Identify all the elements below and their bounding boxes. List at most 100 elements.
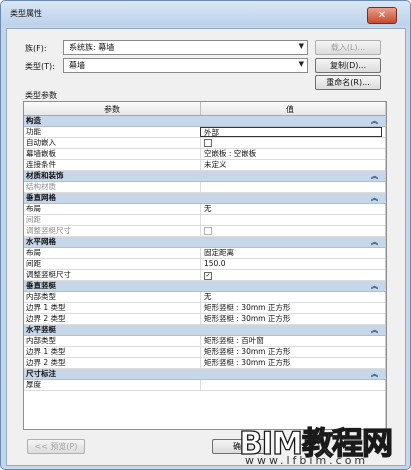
param-value[interactable]: 空嵌板 : 空嵌板 [200,149,382,159]
table-row[interactable]: 边界 1 类型 矩形竖梃 : 30mm 正方形 [24,303,386,314]
param-value[interactable]: 矩形竖梃 : 30mm 正方形 [200,347,382,357]
type-params-label: 类型参数 [25,91,57,100]
group-header[interactable]: 尺寸标注 ︽ [24,369,386,380]
param-value-cell [200,226,382,236]
param-name: 调整竖梃尺寸 [26,270,71,279]
type-label: 类型(T): [25,62,55,71]
group-header[interactable]: 垂直网格 ︽ [24,193,386,204]
load-button[interactable]: 载入(L)... [315,40,381,55]
group-title: 水平网格 [26,237,56,246]
group-title: 构造 [26,116,41,125]
param-value[interactable] [200,380,382,390]
group-title: 尺寸标注 [26,369,56,378]
param-value[interactable]: 150.0 [200,259,382,269]
table-row[interactable]: 间距 150.0 [24,259,386,270]
table-header: 参数 值 [24,102,386,116]
param-value[interactable] [200,215,382,225]
checkbox-checked[interactable]: ✓ [204,272,212,280]
param-name: 边界 2 类型 [26,314,66,323]
group-title: 材质和装饰 [26,171,64,180]
group-header[interactable]: 垂直竖梃 ︽ [24,281,386,292]
collapse-icon[interactable]: ︽ [371,171,378,181]
checkbox-unchecked [204,227,212,235]
param-value[interactable]: 矩形竖梃 : 30mm 正方形 [200,358,382,368]
param-name: 内部类型 [26,292,56,301]
table-row[interactable]: 内部类型 矩形竖梃 : 百叶窗 [24,336,386,347]
chevron-down-icon: ▼ [298,42,304,50]
param-value-editor[interactable]: 外部 [200,127,382,137]
param-name: 幕墙嵌板 [26,149,56,158]
table-row[interactable]: 调整竖梃尺寸 [24,226,386,237]
dialog-title: 类型属性 [10,9,42,18]
param-value-cell: ✓ [200,270,382,280]
param-value[interactable]: 矩形竖梃 : 30mm 正方形 [200,314,382,324]
table-row[interactable]: 布局 固定距离 [24,248,386,259]
column-divider[interactable] [200,102,201,115]
table-row[interactable]: 厚度 [24,380,386,391]
watermark: BIM教程网 www.lfbim.com [235,418,411,470]
param-name: 调整竖梃尺寸 [26,226,71,235]
table-row[interactable]: 连接条件 未定义 [24,160,386,171]
table-row[interactable]: 间距 [24,215,386,226]
param-value[interactable]: 矩形竖梃 : 30mm 正方形 [200,303,382,313]
table-row[interactable]: 自动嵌入 [24,138,386,149]
type-value: 幕墙 [69,61,85,70]
group-title: 垂直竖梃 [26,281,56,290]
table-row[interactable]: 幕墙嵌板 空嵌板 : 空嵌板 [24,149,386,160]
preview-button[interactable]: << 预览(P) [27,439,85,454]
param-value[interactable]: 无 [200,292,382,302]
param-name: 功能 [26,127,41,136]
checkbox-unchecked[interactable] [204,139,212,147]
param-value[interactable] [200,182,382,192]
type-dropdown[interactable]: 幕墙 ▼ [63,58,308,73]
family-dropdown[interactable]: 系统族: 幕墙 ▼ [63,40,308,55]
collapse-icon[interactable]: ︽ [371,369,378,379]
param-name: 厚度 [26,380,41,389]
table-row[interactable]: 边界 2 类型 矩形竖梃 : 30mm 正方形 [24,358,386,369]
table-row[interactable]: 调整竖梃尺寸 ✓ [24,270,386,281]
value-column-header[interactable]: 值 [286,104,294,115]
collapse-icon[interactable]: ︽ [371,193,378,203]
table-row[interactable]: 边界 2 类型 矩形竖梃 : 30mm 正方形 [24,314,386,325]
param-name: 间距 [26,215,41,224]
family-label: 族(F): [25,44,47,53]
group-header[interactable]: 水平竖梃 ︽ [24,325,386,336]
group-header[interactable]: 水平网格 ︽ [24,237,386,248]
table-row[interactable]: 功能 外部 [24,127,386,138]
rename-button[interactable]: 重命名(R)... [315,75,381,90]
type-properties-dialog: 类型属性 ✕ 族(F): 系统族: 幕墙 ▼ 载入(L)... 类型(T): 幕… [0,0,411,470]
title-bar[interactable]: 类型属性 ✕ [1,1,410,26]
collapse-icon[interactable]: ︽ [371,237,378,247]
group-header[interactable]: 材质和装饰 ︽ [24,171,386,182]
param-name: 布局 [26,248,41,257]
param-value[interactable]: 固定距离 [200,248,382,258]
param-value[interactable]: 矩形竖梃 : 百叶窗 [200,336,382,346]
family-value: 系统族: 幕墙 [69,43,115,52]
dialog-body: 族(F): 系统族: 幕墙 ▼ 载入(L)... 类型(T): 幕墙 ▼ 复制(… [6,28,406,466]
watermark-url: www.lfbim.com [245,454,369,467]
param-name: 边界 2 类型 [26,358,66,367]
collapse-icon[interactable]: ︽ [371,325,378,335]
vertical-scrollbar[interactable]: ▲ ▼ [385,102,386,429]
param-name: 内部类型 [26,336,56,345]
param-name: 布局 [26,204,41,213]
param-value-cell [200,138,382,148]
param-name: 连接条件 [26,160,56,169]
param-name: 自动嵌入 [26,138,56,147]
param-value[interactable]: 无 [200,204,382,214]
duplicate-button[interactable]: 复制(D)... [315,58,381,73]
close-button[interactable]: ✕ [367,7,397,24]
table-row[interactable]: 布局 无 [24,204,386,215]
group-title: 垂直网格 [26,193,56,202]
param-name: 边界 1 类型 [26,347,66,356]
table-row[interactable]: 边界 1 类型 矩形竖梃 : 30mm 正方形 [24,347,386,358]
table-row[interactable]: 结构材质 [24,182,386,193]
param-column-header[interactable]: 参数 [104,104,120,115]
group-header[interactable]: 构造 ︽ [24,116,386,127]
table-row[interactable]: 内部类型 无 [24,292,386,303]
group-title: 水平竖梃 [26,325,56,334]
collapse-icon[interactable]: ︽ [371,281,378,291]
param-value[interactable]: 未定义 [200,160,382,170]
collapse-icon[interactable]: ︽ [371,116,378,126]
param-name: 间距 [26,259,41,268]
